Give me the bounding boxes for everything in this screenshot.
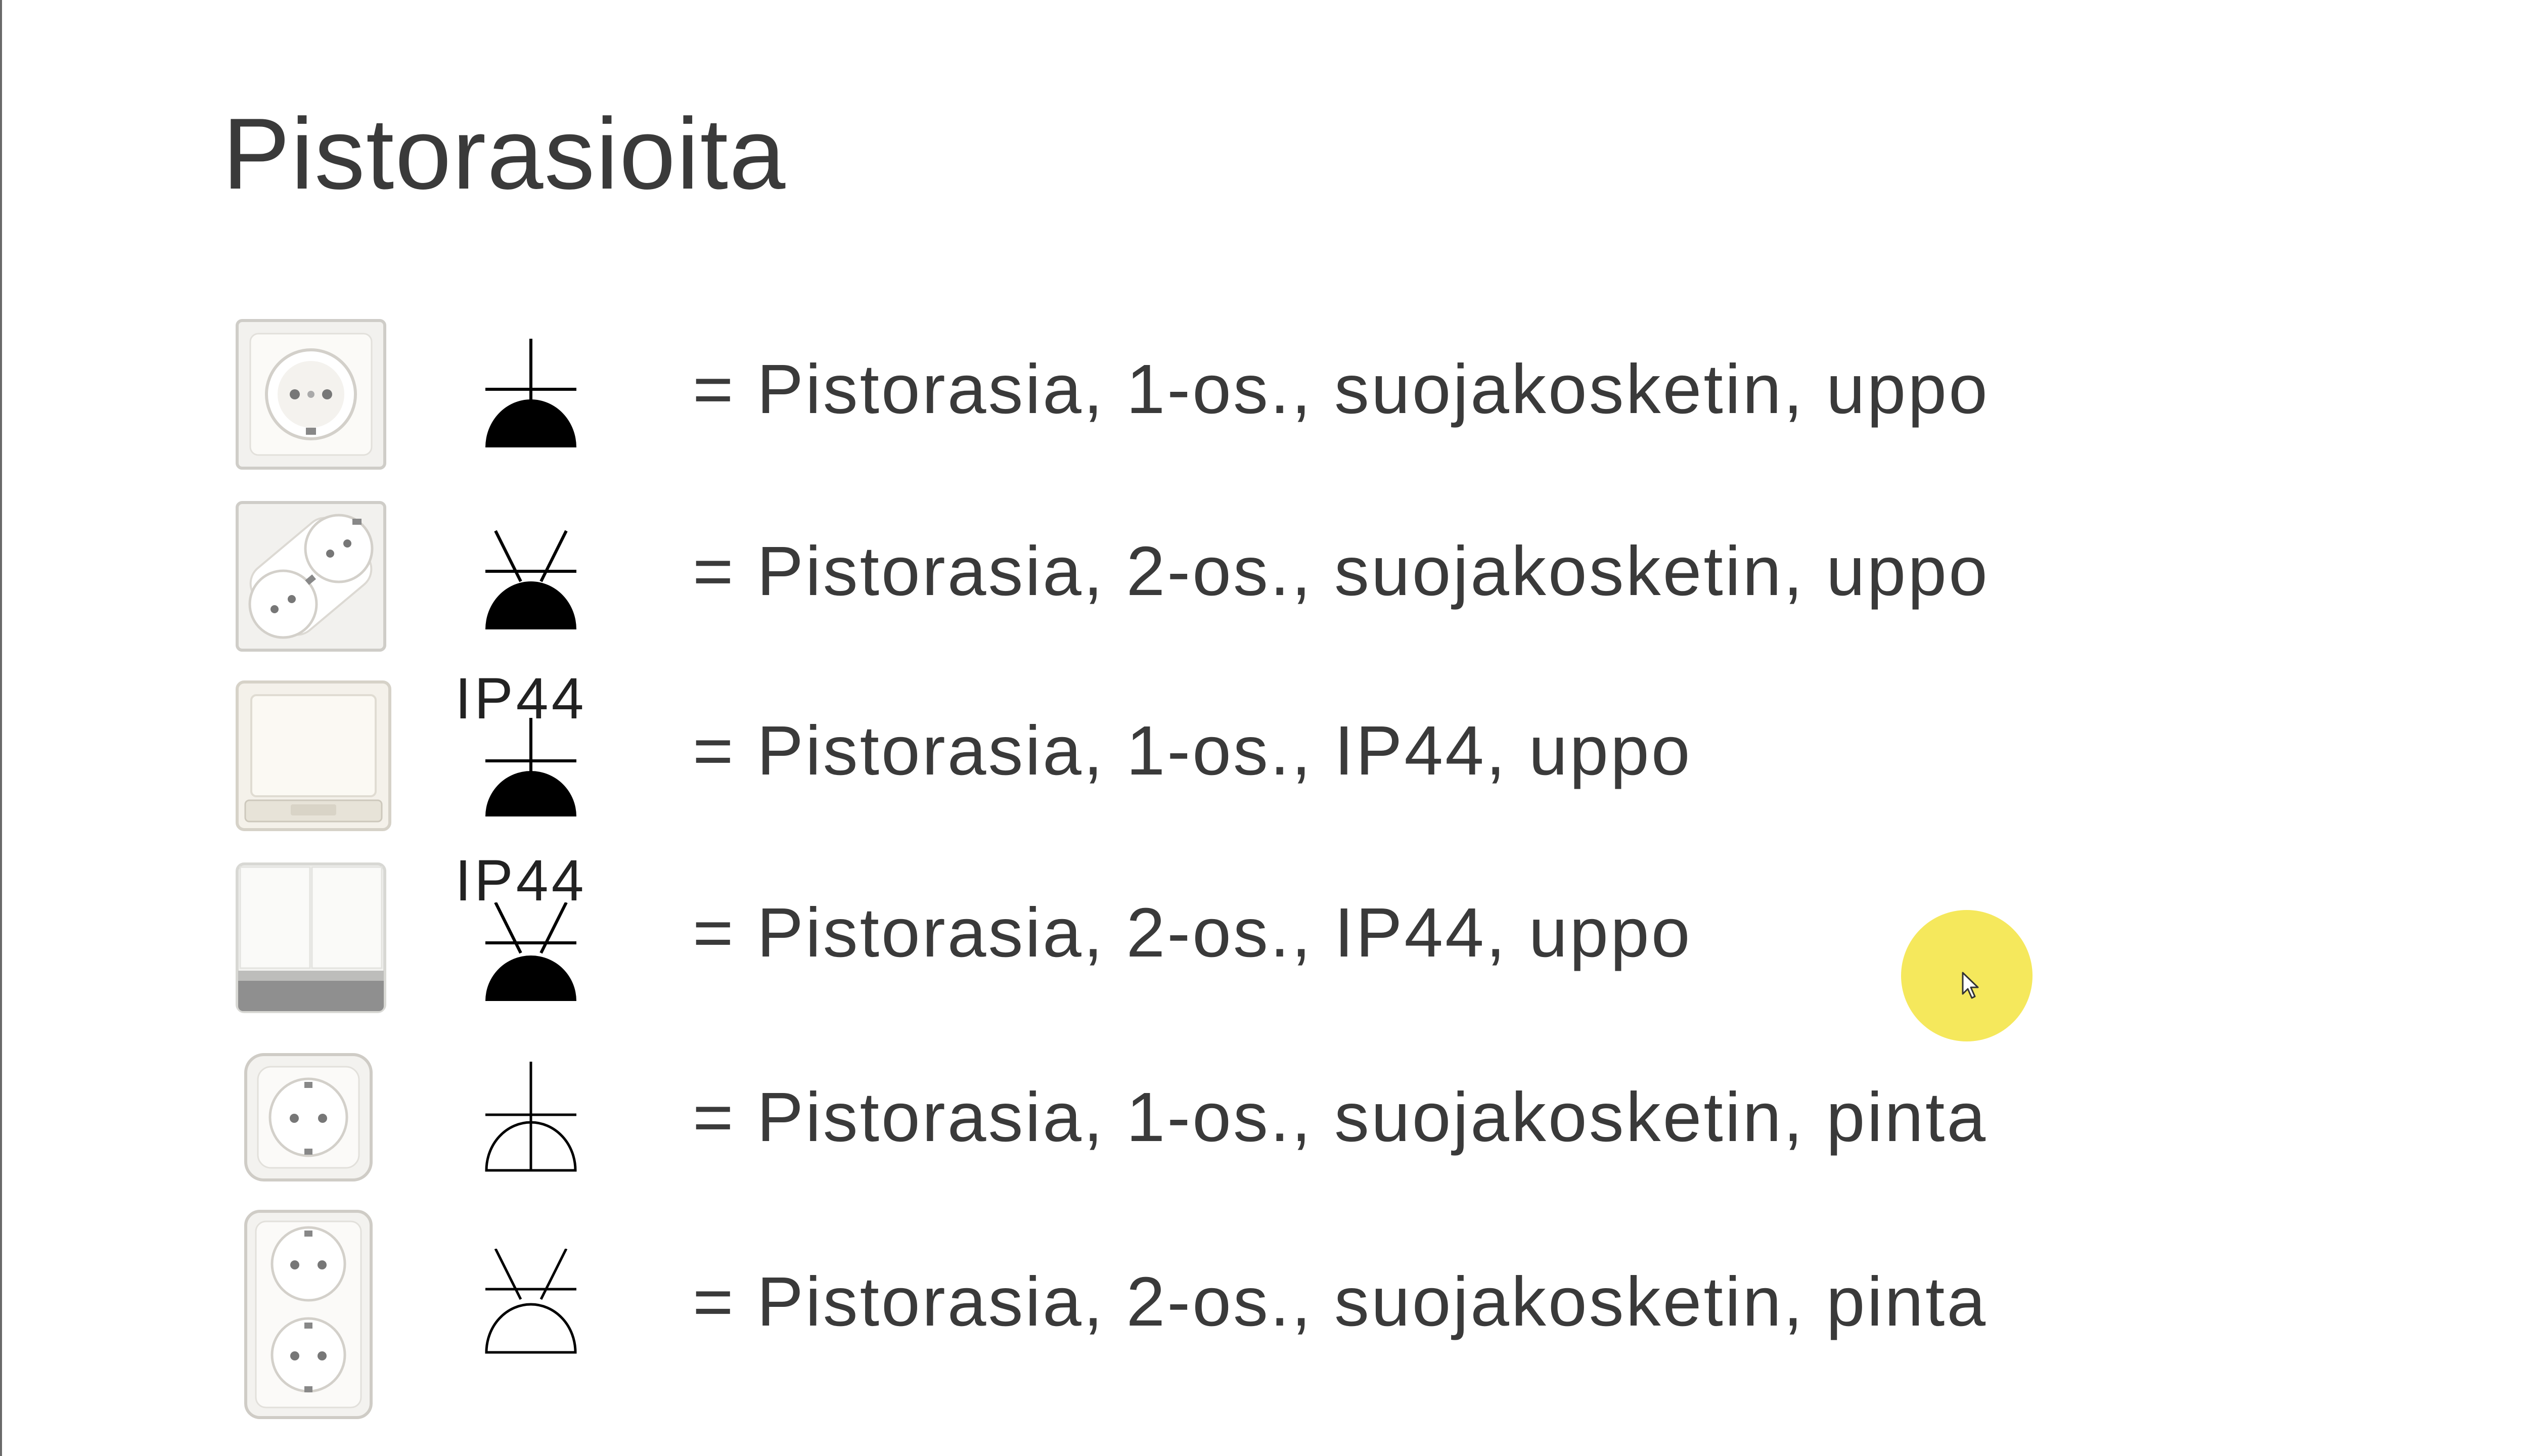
symbol-row: IP44 = Pistorasia, 2-os., IP44, uppo	[0, 850, 2528, 1036]
symbol-row: = Pistorasia, 2-os., suojakosketin, uppo	[0, 495, 2528, 677]
symbol-socket-1-gang-flush-ip44-icon	[485, 718, 576, 816]
symbol-row: IP44 = Pistorasia, 1-os., IP44, uppo	[0, 668, 2528, 854]
socket-photo-2-gang-ip44	[236, 862, 386, 1013]
symbol-description: = Pistorasia, 2-os., suojakosketin, uppo	[693, 532, 1990, 610]
symbol-socket-2-gang-flush-icon	[485, 530, 576, 629]
symbol-row: = Pistorasia, 1-os., suojakosketin, uppo	[0, 313, 2528, 495]
socket-photo-1-gang-flush	[236, 319, 386, 470]
symbol-description: = Pistorasia, 1-os., suojakosketin, pint…	[693, 1078, 1988, 1156]
symbol-row: = Pistorasia, 2-os., suojakosketin, pint…	[0, 1208, 2528, 1419]
socket-photo-1-gang-surface	[244, 1053, 373, 1181]
symbol-socket-1-gang-surface-icon	[485, 1062, 577, 1172]
symbol-socket-2-gang-flush-ip44-icon	[485, 902, 576, 1001]
symbol-description: = Pistorasia, 1-os., suojakosketin, uppo	[693, 350, 1990, 428]
slide-title: Pistorasioita	[222, 98, 787, 210]
socket-photo-2-gang-flush	[236, 501, 386, 652]
ip-rating-label: IP44	[455, 848, 587, 913]
symbol-description: = Pistorasia, 1-os., IP44, uppo	[693, 712, 1692, 790]
symbol-socket-1-gang-flush-icon	[485, 339, 576, 447]
symbol-description: = Pistorasia, 2-os., IP44, uppo	[693, 894, 1692, 972]
symbol-description: = Pistorasia, 2-os., suojakosketin, pint…	[693, 1263, 1988, 1341]
socket-photo-1-gang-ip44	[236, 680, 391, 831]
mouse-pointer-icon	[1962, 972, 1979, 999]
symbol-row: = Pistorasia, 1-os., suojakosketin, pint…	[0, 1041, 2528, 1223]
symbol-socket-2-gang-surface-icon	[485, 1249, 577, 1354]
socket-photo-2-gang-surface	[244, 1210, 373, 1419]
